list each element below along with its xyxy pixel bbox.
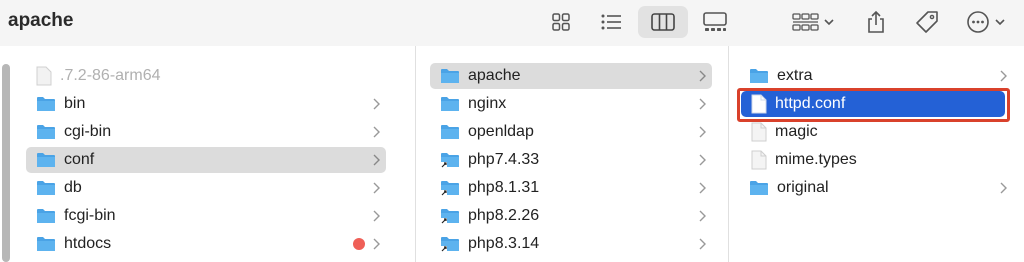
item-label: apache	[468, 67, 521, 84]
group-icon	[792, 13, 834, 31]
item-label: mime.types	[775, 151, 857, 168]
share-icon	[868, 10, 884, 33]
list-item[interactable]: mime.types	[741, 147, 1013, 173]
chevron-right-icon	[699, 210, 706, 222]
folder-icon	[441, 97, 459, 111]
list-item[interactable]: openldap	[430, 119, 712, 145]
list-item-selected[interactable]: apache	[430, 63, 712, 89]
list-item[interactable]: bin	[26, 91, 386, 117]
item-label: php8.2.26	[468, 207, 540, 224]
chevron-right-icon	[699, 154, 706, 166]
list-item[interactable]: extra	[741, 63, 1013, 89]
folder-icon	[750, 69, 768, 83]
tag-icon	[916, 11, 938, 33]
folder-icon	[37, 237, 55, 251]
item-label: htdocs	[64, 235, 112, 252]
item-label: original	[777, 179, 829, 196]
list-item[interactable]: original	[741, 175, 1013, 201]
chevron-right-icon	[373, 182, 380, 194]
item-label: db	[64, 179, 82, 196]
column-1[interactable]: .7.2-86-arm64 bin cgi-bin conf db fcgi-b…	[0, 46, 415, 262]
more-icon	[967, 11, 1005, 33]
column-3[interactable]: extra httpd.conf magic mime.types origin…	[729, 46, 1024, 262]
item-label: php8.3.14	[468, 235, 540, 252]
chevron-right-icon	[373, 238, 380, 250]
chevron-right-icon	[699, 238, 706, 250]
folder-icon	[37, 125, 55, 139]
list-item[interactable]: db	[26, 175, 386, 201]
chevron-right-icon	[699, 98, 706, 110]
item-label: .7.2-86-arm64	[60, 67, 161, 84]
more-actions-button[interactable]	[964, 6, 1014, 38]
chevron-right-icon	[699, 182, 706, 194]
folder-icon	[441, 125, 459, 139]
annotation-highlight-box	[737, 88, 1010, 122]
file-icon	[36, 66, 52, 86]
item-label: openldap	[468, 123, 534, 140]
item-label: php8.1.31	[468, 179, 540, 196]
folder-icon	[37, 97, 55, 111]
item-label: extra	[777, 67, 813, 84]
folder-alias-icon	[441, 153, 459, 168]
list-item[interactable]: php8.2.26	[430, 203, 712, 229]
list-item[interactable]: htdocs	[26, 231, 386, 257]
chevron-right-icon	[373, 210, 380, 222]
toolbar: apache	[0, 0, 1024, 46]
chevron-right-icon	[699, 126, 706, 138]
gallery-view-icon	[703, 12, 727, 31]
file-icon	[751, 150, 767, 170]
item-label: bin	[64, 95, 86, 112]
column-2[interactable]: apache nginx openldap php7.4.33 php8.1.3…	[416, 46, 728, 262]
icon-view-icon	[552, 13, 570, 31]
list-item[interactable]: php7.4.33	[430, 147, 712, 173]
file-icon	[751, 122, 767, 142]
chevron-right-icon	[1000, 182, 1007, 194]
chevron-right-icon	[373, 98, 380, 110]
list-view-icon	[601, 14, 621, 30]
list-item[interactable]: php8.1.31	[430, 175, 712, 201]
tag-button[interactable]	[910, 6, 944, 38]
item-label: fcgi-bin	[64, 207, 116, 224]
list-item[interactable]: nginx	[430, 91, 712, 117]
group-button[interactable]	[790, 6, 840, 38]
window-title: apache	[8, 10, 74, 31]
folder-alias-icon	[441, 209, 459, 224]
item-label: nginx	[468, 95, 507, 112]
gallery-view-button[interactable]	[698, 6, 732, 38]
chevron-right-icon	[373, 154, 380, 166]
list-item-selected[interactable]: conf	[26, 147, 386, 173]
red-tag-dot	[353, 238, 365, 250]
item-label: magic	[775, 123, 818, 140]
column-view-button[interactable]	[638, 6, 688, 38]
share-button[interactable]	[860, 6, 892, 38]
item-label: php7.4.33	[468, 151, 540, 168]
folder-alias-icon	[441, 181, 459, 196]
folder-icon	[441, 69, 459, 83]
folder-icon	[37, 209, 55, 223]
list-item[interactable]: cgi-bin	[26, 119, 386, 145]
folder-icon	[750, 181, 768, 195]
list-item[interactable]: .7.2-86-arm64	[26, 63, 386, 89]
list-item[interactable]: fcgi-bin	[26, 203, 386, 229]
list-item[interactable]: magic	[741, 119, 1013, 145]
folder-alias-icon	[441, 237, 459, 252]
column-view-icon	[651, 13, 675, 31]
item-label: conf	[64, 151, 95, 168]
folder-icon	[37, 153, 55, 167]
item-label: cgi-bin	[64, 123, 112, 140]
chevron-right-icon	[699, 70, 706, 82]
chevron-right-icon	[1000, 70, 1007, 82]
list-view-button[interactable]	[594, 6, 628, 38]
list-item[interactable]: php8.3.14	[430, 231, 712, 257]
chevron-right-icon	[373, 126, 380, 138]
folder-icon	[37, 181, 55, 195]
icon-view-button[interactable]	[545, 6, 577, 38]
scrollbar[interactable]	[2, 64, 10, 262]
